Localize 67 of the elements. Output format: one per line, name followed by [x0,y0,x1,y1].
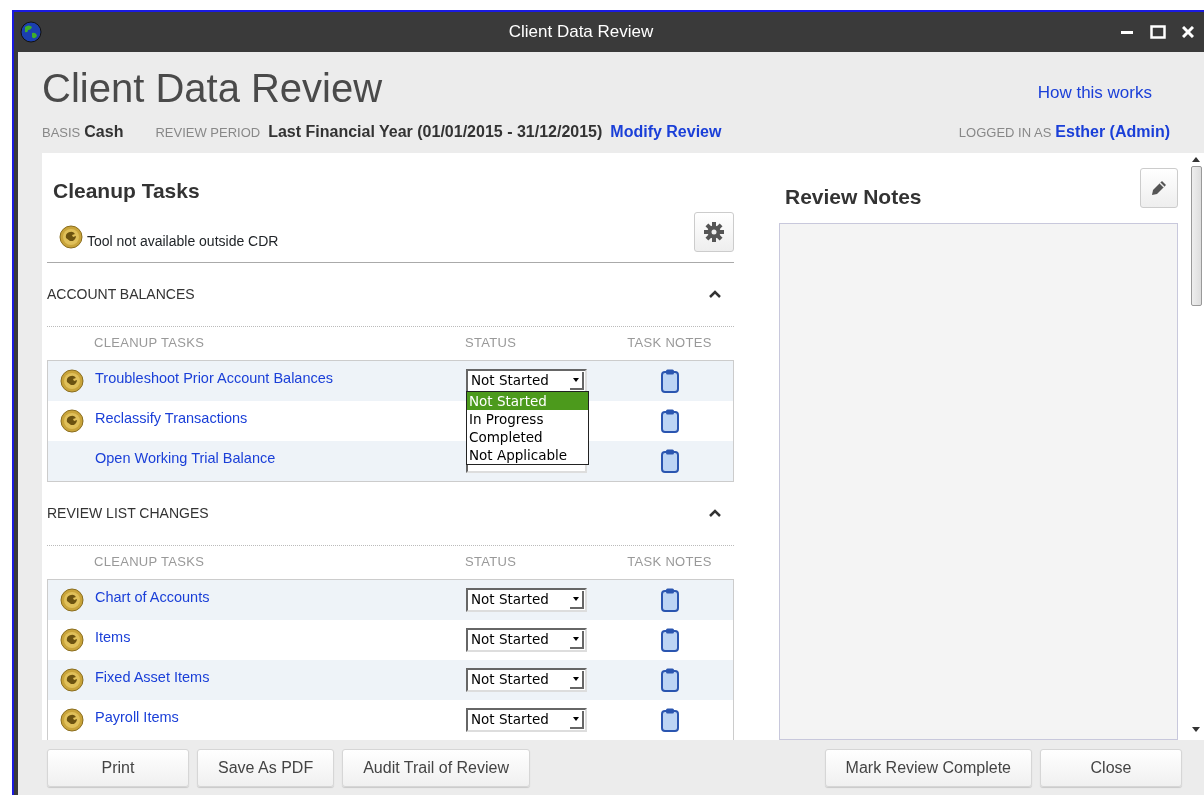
basis-value: Cash [84,122,124,142]
clipboard-icon[interactable] [659,666,680,693]
status-dropdown[interactable]: Not Started [466,667,587,692]
panel-title: Review Notes [785,184,922,211]
column-header: STATUS [465,334,518,353]
collapse-chevron-icon[interactable] [708,288,722,300]
modify-review-link[interactable]: Modify Review [610,120,722,144]
dropdown-option[interactable]: In Progress [467,409,588,428]
footer-button[interactable]: Close [1040,748,1182,787]
task-link[interactable]: Troubleshoot Prior Account Balances [95,369,334,386]
period-value: Last Financial Year (01/01/2015 - 31/12/2015) [268,122,603,142]
period-label: REVIEW PERIOD [155,124,261,142]
clipboard-icon[interactable] [659,586,680,613]
task-link[interactable]: Chart of Accounts [95,588,210,605]
task-link[interactable]: Open Working Trial Balance [95,449,276,466]
collapse-chevron-icon[interactable] [708,507,722,519]
footer-button[interactable]: Mark Review Complete [824,748,1032,787]
dropdown-arrow-icon [573,716,579,721]
status-dropdown[interactable]: Not Started [466,368,587,393]
dropdown-arrow-icon [573,676,579,681]
maximize-icon[interactable] [1150,25,1166,39]
clipboard-icon[interactable] [659,706,680,733]
footer-button[interactable]: Print [47,748,189,787]
scroll-down-icon[interactable] [1192,727,1200,732]
legend-text: Tool not available outside CDR [87,231,279,251]
task-link[interactable]: Items [95,628,131,645]
page-title: Client Data Review [42,68,383,108]
footer-button[interactable]: Audit Trail of Review [342,748,530,787]
dropdown-arrow-icon [573,636,579,641]
pencil-icon [1149,178,1169,198]
globe-icon [20,21,42,43]
status-dropdown[interactable]: Not Started [466,707,587,732]
column-header: TASK NOTES [626,553,713,572]
clipboard-icon[interactable] [659,367,680,394]
logged-in-label: LOGGED IN AS [958,124,1052,142]
task-link[interactable]: Reclassify Transactions [95,409,248,426]
clipboard-icon[interactable] [659,626,680,653]
help-link[interactable]: How this works [1037,80,1152,106]
settings-button[interactable] [694,211,734,252]
section-title: REVIEW LIST CHANGES [47,503,209,523]
task-link[interactable]: Fixed Asset Items [95,668,210,685]
footer-button[interactable]: Save As PDF [197,748,335,787]
column-header: CLEANUP TASKS [94,334,206,353]
edit-notes-button[interactable] [1140,168,1178,208]
user-link[interactable]: Esther (Admin) [1055,120,1170,144]
status-dropdown[interactable]: Not Started [466,587,587,612]
window-title: Client Data Review [507,21,655,44]
dropdown-option[interactable]: Not Applicable [467,445,588,464]
clipboard-icon[interactable] [659,447,680,474]
dropdown-option[interactable]: Completed [467,427,588,446]
section-title: ACCOUNT BALANCES [47,284,195,304]
panel-title: Cleanup Tasks [53,178,201,204]
scroll-up-icon[interactable] [1192,157,1200,162]
column-header: CLEANUP TASKS [94,553,206,572]
column-header: STATUS [465,553,518,572]
basis-label: BASIS [42,124,81,142]
dropdown-arrow-icon [573,377,579,382]
column-header: TASK NOTES [626,334,713,353]
status-dropdown[interactable]: Not Started [466,627,587,652]
clipboard-icon[interactable] [659,407,680,434]
close-icon[interactable] [1182,26,1194,38]
task-link[interactable]: Payroll Items [95,708,179,725]
tool-coin-icon [59,225,83,249]
settings-icon [704,221,724,242]
dropdown-arrow-icon [573,596,579,601]
scroll-thumb[interactable] [1190,166,1202,306]
dropdown-option[interactable]: Not Started [467,391,588,410]
